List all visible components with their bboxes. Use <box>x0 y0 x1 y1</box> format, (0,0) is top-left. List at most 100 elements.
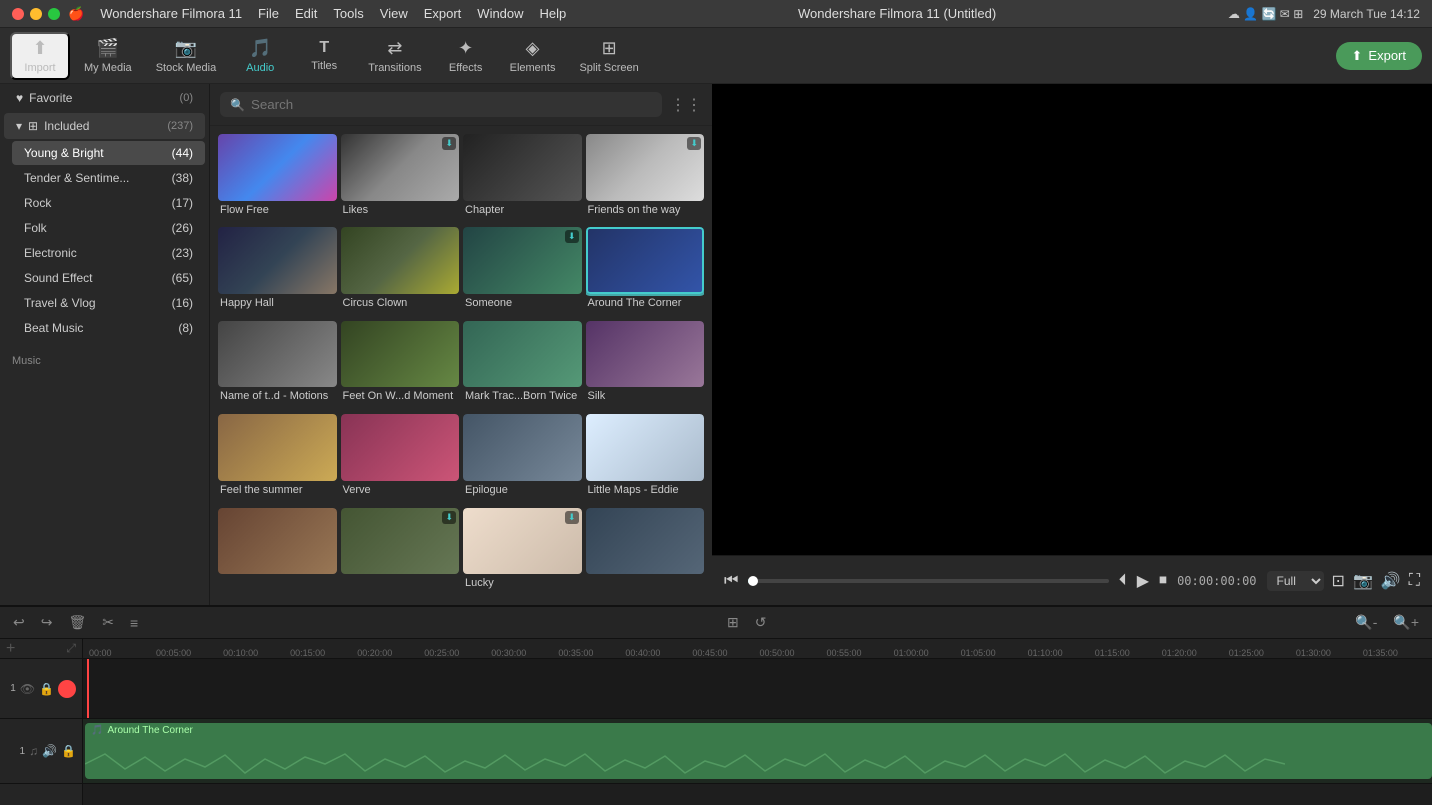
timeline-cursor[interactable] <box>87 659 89 718</box>
fit-icon[interactable]: ⤢ <box>66 641 76 656</box>
elements-btn[interactable]: ◈ Elements <box>500 34 566 78</box>
sidebar-item-sound-effect[interactable]: Sound Effect (65) <box>12 266 205 290</box>
list-item[interactable]: Around The Corner <box>586 227 705 316</box>
stop-button[interactable]: ⏹ <box>1159 572 1167 590</box>
included-expand-icon: ▾ <box>16 119 22 133</box>
fullscreen-icon[interactable]: ⛶ <box>1409 572 1420 590</box>
menu-apple[interactable]: 🍎 <box>68 6 84 22</box>
ruler-mark: 00:35:00 <box>556 648 623 658</box>
export-button[interactable]: ⬆ Export <box>1336 42 1422 70</box>
timeline-ruler: 00:0000:05:0000:10:0000:15:0000:20:0000:… <box>83 639 1432 659</box>
menu-edit[interactable]: Edit <box>295 6 317 22</box>
menu-window[interactable]: Window <box>477 6 523 22</box>
search-input-wrap[interactable]: 🔍 <box>220 92 662 117</box>
menu-export[interactable]: Export <box>424 6 462 22</box>
menu-app[interactable]: Wondershare Filmora 11 <box>100 6 242 22</box>
caption-icon[interactable]: ⊡ <box>1332 571 1345 591</box>
effects-btn[interactable]: ✦ Effects <box>436 34 496 78</box>
timeline-body: + ⤢ 1 👁 🔒 1 ♫ 🔊 🔒 00:0000:05:0000:10:000… <box>0 639 1432 805</box>
list-item[interactable]: ⬇ Someone <box>463 227 582 316</box>
my-media-btn[interactable]: 🎬 My Media <box>74 34 142 78</box>
list-item[interactable]: Chapter <box>463 134 582 223</box>
list-item[interactable]: Happy Hall <box>218 227 337 316</box>
menu-view[interactable]: View <box>380 6 408 22</box>
sidebar-item-young-bright[interactable]: Young & Bright (44) <box>12 141 205 165</box>
track-lock-icon[interactable]: 🔒 <box>39 682 54 696</box>
import-button[interactable]: ⬆ Import <box>10 32 70 80</box>
favorite-item[interactable]: ♥ Favorite (0) <box>4 85 205 111</box>
snapshot-icon[interactable]: 📷 <box>1353 571 1373 591</box>
list-item[interactable]: ⬇ <box>341 508 460 597</box>
beat-music-label: Beat Music <box>24 321 83 335</box>
sidebar-item-folk[interactable]: Folk (26) <box>12 216 205 240</box>
ruler-mark: 01:25:00 <box>1227 648 1294 658</box>
grid-toggle-icon[interactable]: ⋮⋮ <box>670 95 702 115</box>
titles-btn[interactable]: T Titles <box>294 35 354 76</box>
list-item[interactable]: Mark Trac...Born Twice <box>463 321 582 410</box>
export-icon: ⬆ <box>1352 48 1363 64</box>
audio-lock-icon[interactable]: 🔒 <box>61 744 76 758</box>
transitions-btn[interactable]: ⇄ Transitions <box>358 34 431 78</box>
list-button[interactable]: ≡ <box>125 612 143 634</box>
sidebar-item-electronic[interactable]: Electronic (23) <box>12 241 205 265</box>
add-track-icon[interactable]: ⊞ <box>722 611 744 634</box>
menu-tools[interactable]: Tools <box>333 6 363 22</box>
list-item[interactable]: ⬇ Likes <box>341 134 460 223</box>
skip-back-button[interactable]: ⏮ <box>724 572 738 590</box>
zoom-select[interactable]: 25%50%75%Full <box>1267 571 1324 591</box>
list-item[interactable]: Circus Clown <box>341 227 460 316</box>
list-item[interactable]: Name of t..d - Motions <box>218 321 337 410</box>
play-back-button[interactable]: ⏴ <box>1119 572 1127 590</box>
scissors-button[interactable]: ✂ <box>97 611 119 634</box>
search-field[interactable] <box>251 97 652 112</box>
effects-icon: ✦ <box>458 38 473 59</box>
list-item[interactable] <box>218 508 337 597</box>
ruler-mark: 00:25:00 <box>422 648 489 658</box>
media-grid: Flow Free ⬇ Likes Chapter ⬇ Friends on t… <box>210 126 712 605</box>
menu-help[interactable]: Help <box>540 6 567 22</box>
media-item-label: Chapter <box>463 201 582 219</box>
split-screen-btn[interactable]: ⊞ Split Screen <box>569 34 648 78</box>
list-item[interactable] <box>586 508 705 597</box>
sidebar-item-rock[interactable]: Rock (17) <box>12 191 205 215</box>
sidebar-item-tender[interactable]: Tender & Sentime... (38) <box>12 166 205 190</box>
maximize-button[interactable] <box>48 8 60 20</box>
list-item[interactable]: Feel the summer <box>218 414 337 503</box>
list-item[interactable]: Verve <box>341 414 460 503</box>
list-item[interactable]: Epilogue <box>463 414 582 503</box>
redo-button[interactable]: ↪ <box>36 611 58 634</box>
stock-media-btn[interactable]: 📷 Stock Media <box>146 34 227 78</box>
audio-clip[interactable]: 🎵 Around The Corner <box>85 723 1432 779</box>
list-item[interactable]: Silk <box>586 321 705 410</box>
sub-items-list: Young & Bright (44) Tender & Sentime... … <box>0 140 209 341</box>
close-button[interactable] <box>12 8 24 20</box>
undo-button[interactable]: ↩ <box>8 611 30 634</box>
track-visible-icon[interactable]: 👁 <box>20 682 35 696</box>
audio-btn[interactable]: 🎵 Audio <box>230 34 290 78</box>
list-item[interactable]: ⬇ Friends on the way <box>586 134 705 223</box>
minimize-button[interactable] <box>30 8 42 20</box>
ruler-mark: 01:10:00 <box>1026 648 1093 658</box>
add-track-btn[interactable]: + <box>6 640 15 658</box>
sidebar-item-beat-music[interactable]: Beat Music (8) <box>12 316 205 340</box>
timeline-zoom-out-btn[interactable]: 🔍- <box>1350 611 1382 634</box>
list-item[interactable]: Feet On W...d Moment <box>341 321 460 410</box>
list-item[interactable]: Flow Free <box>218 134 337 223</box>
loop-icon[interactable]: ↺ <box>750 611 772 634</box>
list-item[interactable]: ⬇ Lucky <box>463 508 582 597</box>
list-item[interactable]: Little Maps - Eddie <box>586 414 705 503</box>
main-layout: ♥ Favorite (0) ▾ ⊞ Included (237) Young … <box>0 84 1432 605</box>
delete-button[interactable]: 🗑 <box>63 611 91 634</box>
menu-file[interactable]: File <box>258 6 279 22</box>
included-item[interactable]: ▾ ⊞ Included (237) <box>4 113 205 139</box>
music-label: Music <box>12 355 41 367</box>
playback-handle[interactable] <box>748 576 758 586</box>
playback-bar[interactable] <box>748 579 1108 583</box>
play-button[interactable]: ▶ <box>1137 571 1149 591</box>
timeline-zoom-in-btn[interactable]: 🔍+ <box>1388 611 1424 634</box>
split-screen-icon: ⊞ <box>602 38 617 59</box>
audio-volume-icon[interactable]: 🔊 <box>42 744 57 758</box>
sidebar-item-travel[interactable]: Travel & Vlog (16) <box>12 291 205 315</box>
media-item-label: Mark Trac...Born Twice <box>463 387 582 405</box>
volume-icon[interactable]: 🔊 <box>1381 571 1401 591</box>
